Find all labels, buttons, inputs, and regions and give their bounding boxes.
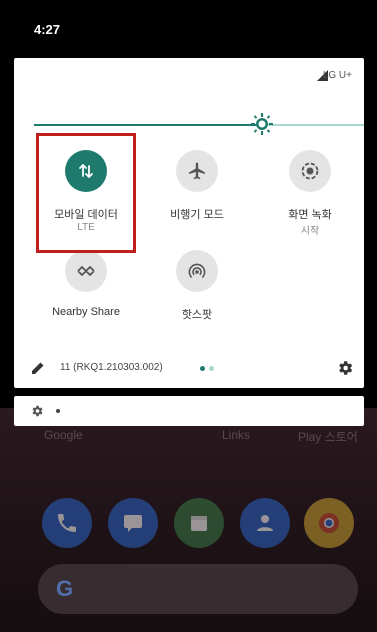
status-bar: 4:27 [0,0,377,58]
app-dock [0,498,377,554]
tile-hotspot[interactable]: 핫스팟 [142,250,252,360]
highlight-box [36,133,136,253]
screen-record-icon [301,162,319,180]
tile-nearby-share-circle[interactable] [65,250,107,292]
brightness-thumb-icon[interactable] [250,112,274,136]
tile-screen-record-circle[interactable] [289,150,331,192]
notification-strip[interactable] [14,396,364,426]
page-dot-active [200,366,205,371]
edit-icon[interactable] [30,360,46,376]
status-time: 4:27 [34,22,61,37]
hotspot-icon [188,263,206,278]
messages-app-icon[interactable] [108,498,158,548]
tile-label: 화면 녹화 [288,209,332,221]
home-screen-background: Google Links Play 스토어 G [0,408,377,632]
tile-label: 핫스팟 [181,309,213,321]
quick-settings-footer: 11 (RKQ1.210303.002) [14,356,364,382]
google-search-bar[interactable]: G [38,564,358,614]
chrome-app-icon[interactable] [304,498,354,548]
tile-airplane-circle[interactable] [176,150,218,192]
google-logo-icon: G [56,576,74,601]
tile-nearby-share[interactable]: Nearby Share [31,250,141,360]
brightness-fill [34,124,262,126]
settings-gear-icon[interactable] [336,359,354,377]
tile-label: 비행기 모드 [170,209,224,221]
tile-label: Nearby Share [52,306,120,318]
page-indicator [200,366,220,372]
nearby-share-icon [77,266,95,276]
brightness-slider[interactable] [34,124,364,126]
phone-app-icon[interactable] [42,498,92,548]
contacts-app-icon[interactable] [240,498,290,548]
page-dot [209,366,214,371]
calendar-app-icon[interactable] [174,498,224,548]
tile-airplane-mode[interactable]: 비행기 모드 [142,150,252,260]
tile-sublabel: 시작 [300,226,320,237]
airplane-icon [189,162,205,180]
tile-hotspot-circle[interactable] [176,250,218,292]
notification-settings-icon [32,405,43,417]
carrier-label: LG U+ [322,70,352,81]
home-app-label[interactable]: Play 스토어 [298,428,358,445]
notification-dot [56,409,60,413]
home-app-label[interactable]: Links [222,428,250,442]
build-number[interactable]: 11 (RKQ1.210303.002) [60,362,163,373]
quick-settings-panel: LG U+ 모바일 데이터 LTE 비행기 모드 화면 녹화 시작 Nearby… [14,58,364,388]
home-app-labels: Google Links Play 스토어 [0,428,377,446]
tile-screen-record[interactable]: 화면 녹화 시작 [255,150,365,260]
home-app-label[interactable]: Google [44,428,83,442]
